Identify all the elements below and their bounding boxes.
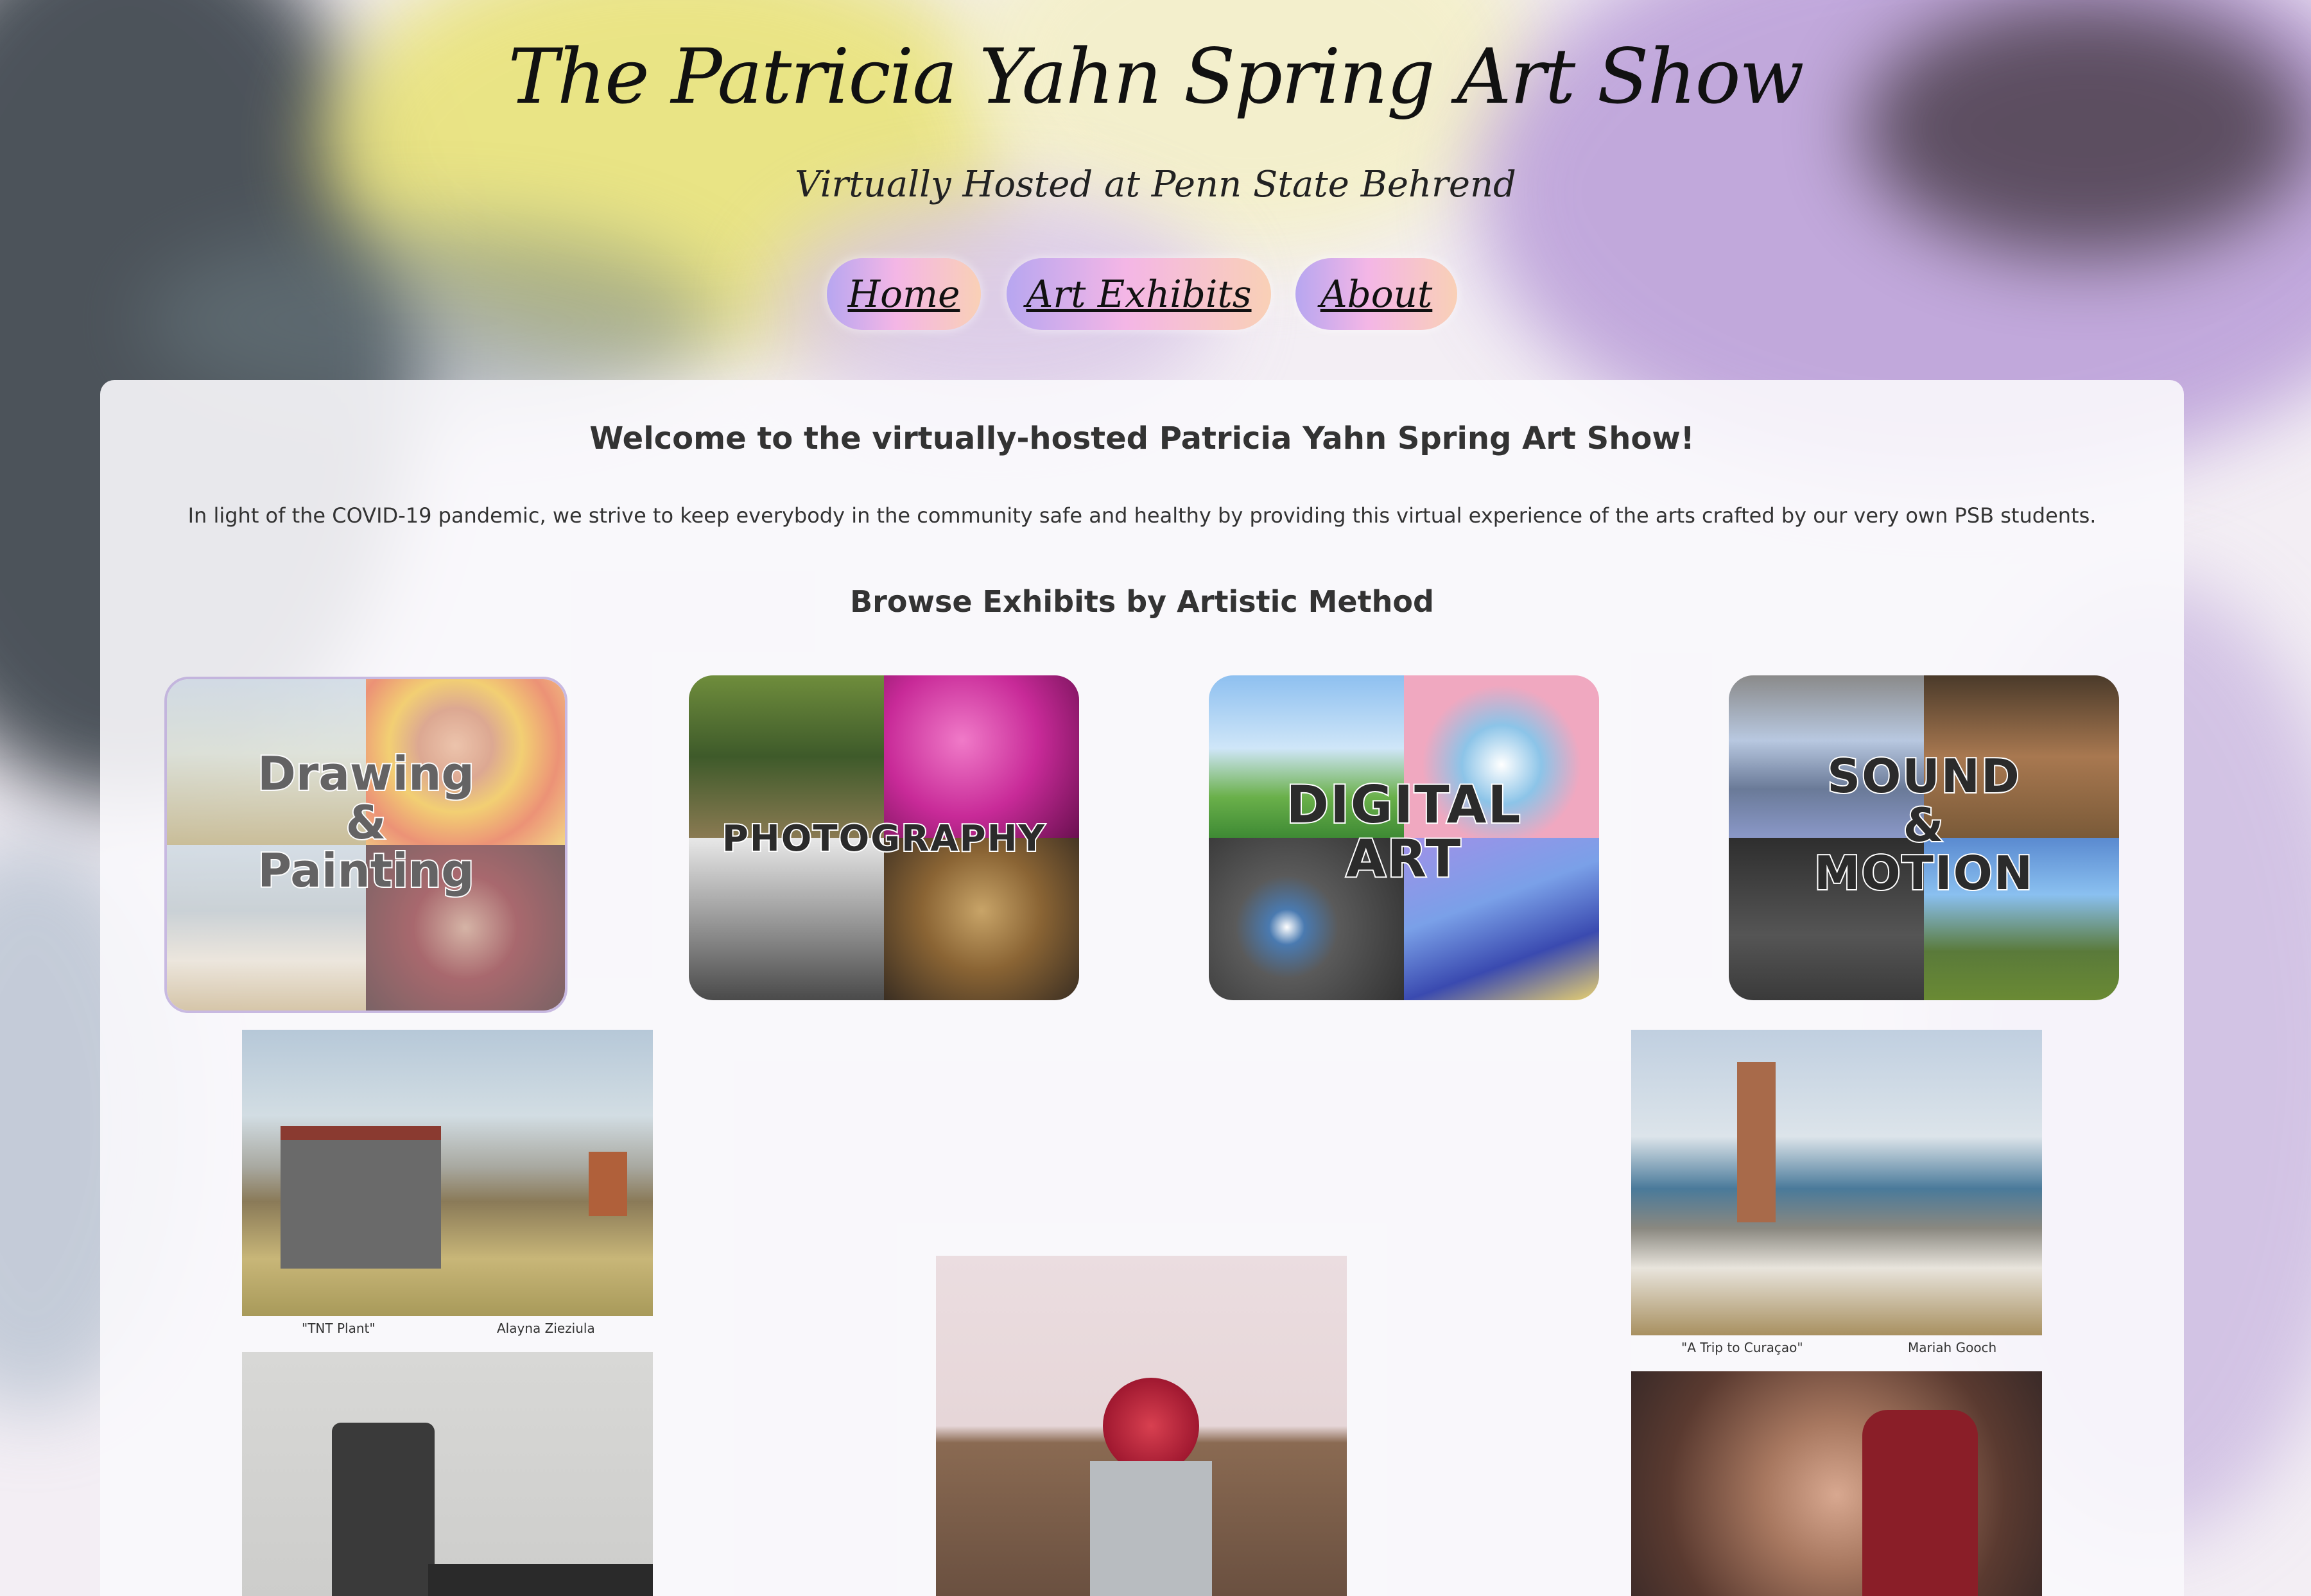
exhibit-label-line: DIGITAL (1285, 775, 1522, 835)
main-nav: Home Art Exhibits About (0, 258, 2311, 330)
exhibit-label-line: SOUND (1826, 749, 2021, 803)
nav-about-link[interactable]: About (1295, 258, 1457, 330)
site-subtitle: Virtually Hosted at Penn State Behrend (795, 164, 1516, 205)
artwork-artist: Mariah Gooch (1908, 1340, 1997, 1355)
artwork-title: "A Trip to Curaçao" (1681, 1340, 1803, 1355)
exhibit-tile-digital-art[interactable]: DIGITAL ART (1209, 675, 1599, 1000)
exhibit-tile-sound-motion[interactable]: SOUND & MOTION (1729, 675, 2119, 1000)
exhibit-label-line: Drawing (256, 747, 476, 801)
exhibit-label-line: Painting (256, 844, 475, 898)
intro-text: In light of the COVID-19 pandemic, we st… (187, 503, 2097, 528)
artwork-still-life-can[interactable] (242, 1352, 653, 1596)
artwork-red-dress-portrait[interactable] (1631, 1371, 2042, 1596)
artwork-trip-to-curacao[interactable] (1631, 1030, 2042, 1335)
nav-home-link[interactable]: Home (827, 258, 981, 330)
exhibit-label-line: MOTION (1813, 846, 2034, 901)
exhibit-tile-drawing-painting[interactable]: Drawing & Painting (164, 677, 567, 1013)
exhibit-tile-photography[interactable]: PHOTOGRAPHY (689, 675, 1079, 1000)
welcome-heading: Welcome to the virtually-hosted Patricia… (589, 421, 1695, 456)
site-title: The Patricia Yahn Spring Art Show (508, 32, 1804, 121)
exhibit-label-line: & (345, 795, 388, 849)
browse-heading: Browse Exhibits by Artistic Method (850, 584, 1434, 619)
nav-art-exhibits-link[interactable]: Art Exhibits (1007, 258, 1271, 330)
exhibit-label-line: ART (1345, 829, 1462, 889)
artwork-artist: Alayna Zieziula (497, 1321, 595, 1336)
artwork-title: "TNT Plant" (302, 1321, 376, 1336)
site-header: The Patricia Yahn Spring Art Show Virtua… (0, 0, 2311, 379)
artwork-tnt-plant[interactable] (242, 1030, 653, 1316)
exhibit-label-line: PHOTOGRAPHY (721, 818, 1046, 860)
artwork-succulent[interactable] (936, 1256, 1347, 1596)
exhibit-label-line: & (1902, 797, 1945, 852)
content-panel: Welcome to the virtually-hosted Patricia… (100, 380, 2184, 1596)
